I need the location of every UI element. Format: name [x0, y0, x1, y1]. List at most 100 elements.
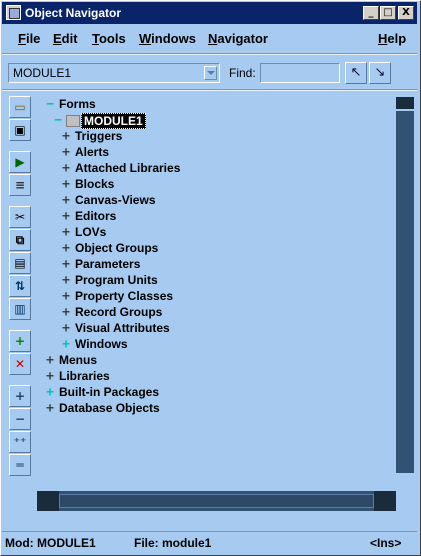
expand-toggle-icon[interactable]: +	[61, 242, 71, 255]
cut-button[interactable]: ✂	[9, 206, 31, 228]
module-select[interactable]: MODULE1	[8, 63, 220, 83]
find-next-icon: ↘	[374, 65, 386, 80]
menu-navigator[interactable]: Navigator	[208, 31, 268, 46]
expand-toggle-icon[interactable]: +	[61, 274, 71, 287]
tree-node-triggers[interactable]: Triggers	[75, 129, 122, 143]
expand-toggle-icon[interactable]: +	[45, 386, 55, 399]
menu-help[interactable]: Help	[378, 31, 406, 46]
copy-properties-icon: ⇅	[14, 279, 26, 293]
object-tree[interactable]: − Forms − MODULE1 + Triggers + Alerts + …	[37, 93, 396, 490]
expand-toggle-icon[interactable]: +	[61, 162, 71, 175]
window-title: Object Navigator	[25, 6, 122, 20]
collapse-toggle-icon[interactable]: −	[53, 114, 63, 127]
delete-button[interactable]: ✕	[9, 353, 31, 375]
tree-node-module1[interactable]: MODULE1	[81, 113, 146, 129]
scroll-left-button[interactable]	[37, 491, 59, 511]
tree-node-blocks[interactable]: Blocks	[75, 177, 114, 191]
title-bar[interactable]: Object Navigator _ □ X	[2, 2, 417, 24]
expand-icon: +	[14, 389, 26, 403]
tree-node-built-in-packages[interactable]: Built-in Packages	[59, 385, 159, 399]
tree-node-lovs[interactable]: LOVs	[75, 225, 106, 239]
expand-all-button[interactable]: ⁺⁺	[9, 431, 31, 453]
expand-toggle-icon[interactable]: +	[61, 290, 71, 303]
vertical-scroll-thumb[interactable]	[396, 97, 414, 109]
tree-node-windows[interactable]: Windows	[75, 337, 128, 351]
create-icon: +	[14, 334, 26, 348]
delete-icon: ✕	[14, 357, 26, 371]
expand-all-icon: ⁺⁺	[13, 435, 27, 449]
expand-toggle-icon[interactable]: +	[61, 226, 71, 239]
menu-file[interactable]: File	[18, 31, 40, 46]
save-button[interactable]: ▣	[9, 119, 31, 141]
collapse-button[interactable]: −	[9, 408, 31, 430]
tree-node-editors[interactable]: Editors	[75, 209, 116, 223]
tree-node-record-groups[interactable]: Record Groups	[75, 305, 162, 319]
paste-button[interactable]: ▤	[9, 252, 31, 274]
expand-toggle-icon[interactable]: +	[45, 402, 55, 415]
tree-node-forms[interactable]: Forms	[59, 97, 96, 111]
menu-bar: File Edit Tools Windows Navigator Help	[2, 26, 417, 52]
status-file: File: module1	[134, 536, 212, 550]
menu-windows[interactable]: Windows	[139, 31, 196, 46]
window-app-icon[interactable]	[6, 5, 21, 20]
close-button[interactable]: X	[398, 6, 414, 20]
collapse-toggle-icon[interactable]: −	[45, 98, 55, 111]
expand-toggle-icon[interactable]: +	[61, 130, 71, 143]
expand-toggle-icon[interactable]: +	[61, 258, 71, 271]
horizontal-scrollbar[interactable]	[37, 491, 396, 511]
expand-toggle-icon[interactable]: +	[61, 178, 71, 191]
expand-button[interactable]: +	[9, 385, 31, 407]
collapse-all-icon: ═	[16, 458, 24, 472]
expand-toggle-icon[interactable]: +	[61, 338, 71, 351]
paste-properties-button[interactable]: ▥	[9, 298, 31, 320]
tree-node-attached-libraries[interactable]: Attached Libraries	[75, 161, 180, 175]
tree-node-program-units[interactable]: Program Units	[75, 273, 158, 287]
cut-icon: ✂	[14, 210, 26, 224]
find-input[interactable]	[260, 63, 340, 83]
open-icon: ▭	[14, 100, 26, 114]
status-module: Mod: MODULE1	[5, 536, 96, 550]
tree-node-property-classes[interactable]: Property Classes	[75, 289, 173, 303]
expand-toggle-icon[interactable]: +	[45, 354, 55, 367]
tree-node-database-objects[interactable]: Database Objects	[59, 401, 160, 415]
find-label: Find:	[229, 66, 256, 80]
expand-toggle-icon[interactable]: +	[61, 306, 71, 319]
menu-tools[interactable]: Tools	[92, 31, 126, 46]
copy-properties-button[interactable]: ⇅	[9, 275, 31, 297]
paste-properties-icon: ▥	[14, 302, 26, 316]
expand-toggle-icon[interactable]: +	[61, 194, 71, 207]
tree-node-libraries[interactable]: Libraries	[59, 369, 110, 383]
expand-toggle-icon[interactable]: +	[61, 146, 71, 159]
scroll-down-button[interactable]	[396, 473, 414, 491]
copy-button[interactable]: ⧉	[9, 229, 31, 251]
tree-node-parameters[interactable]: Parameters	[75, 257, 140, 271]
compile-icon: ≡	[14, 178, 26, 192]
open-button[interactable]: ▭	[9, 96, 31, 118]
maximize-button[interactable]: □	[380, 6, 396, 20]
find-next-button[interactable]: ↘	[369, 62, 391, 84]
collapse-all-button[interactable]: ═	[9, 454, 31, 476]
vertical-scrollbar[interactable]	[396, 93, 414, 491]
create-button[interactable]: +	[9, 330, 31, 352]
tree-node-canvas-views[interactable]: Canvas-Views	[75, 193, 156, 207]
scroll-right-button[interactable]	[374, 491, 396, 511]
form-module-icon	[66, 115, 80, 127]
expand-toggle-icon[interactable]: +	[61, 322, 71, 335]
horizontal-scroll-thumb[interactable]	[59, 494, 374, 508]
find-previous-icon: ↖	[350, 65, 362, 80]
run-icon: ▶	[15, 155, 25, 169]
tree-node-alerts[interactable]: Alerts	[75, 145, 109, 159]
minimize-button[interactable]: _	[363, 6, 379, 20]
find-previous-button[interactable]: ↖	[345, 62, 367, 84]
compile-button[interactable]: ≡	[9, 174, 31, 196]
chevron-down-icon[interactable]	[204, 66, 217, 80]
tree-node-object-groups[interactable]: Object Groups	[75, 241, 158, 255]
expand-toggle-icon[interactable]: +	[45, 370, 55, 383]
expand-toggle-icon[interactable]: +	[61, 210, 71, 223]
menu-edit[interactable]: Edit	[53, 31, 78, 46]
tree-node-menus[interactable]: Menus	[59, 353, 97, 367]
module-select-value: MODULE1	[13, 66, 72, 80]
scrollbar-corner	[396, 491, 414, 511]
tree-node-visual-attributes[interactable]: Visual Attributes	[75, 321, 170, 335]
run-button[interactable]: ▶	[9, 151, 31, 173]
